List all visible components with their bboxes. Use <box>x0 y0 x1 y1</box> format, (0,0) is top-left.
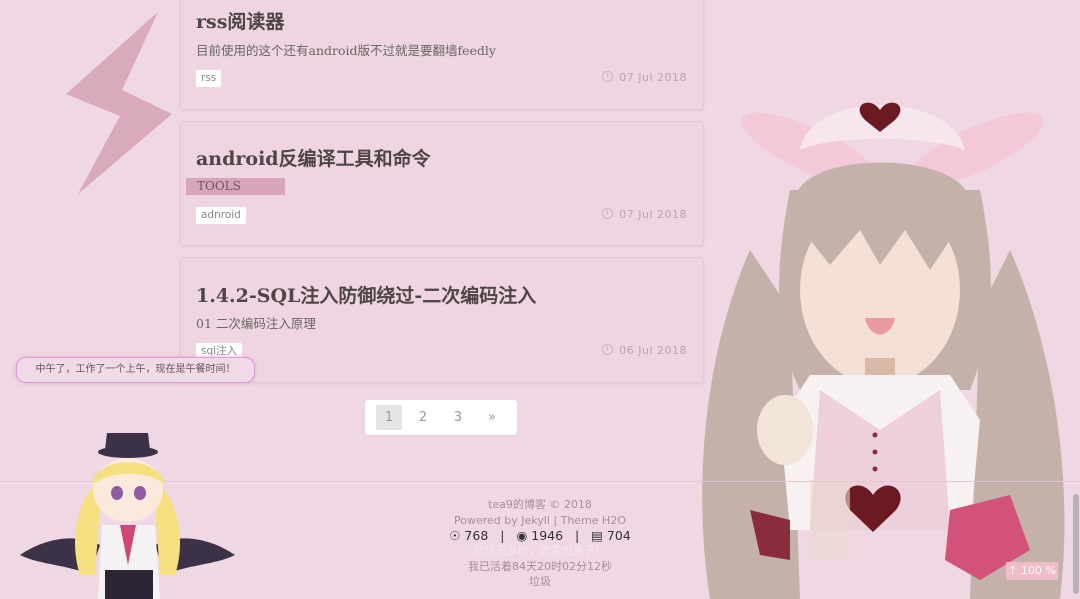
footer-powered: Powered by Jekyll | Theme H2O <box>454 513 626 527</box>
mascot-widget[interactable] <box>20 425 235 599</box>
post-title[interactable]: rss阅读器 <box>196 7 284 34</box>
footer-stats: ☉ 768 | ◉ 1946 | ▤ 704 <box>449 528 631 543</box>
scrollbar-thumb[interactable] <box>1073 494 1079 594</box>
post-date: 06 Jul 2018 <box>602 344 687 357</box>
post-tag[interactable]: rss <box>196 70 222 87</box>
document-icon: ▤ <box>591 528 603 543</box>
clock-icon <box>602 208 614 219</box>
footer-copyright: tea9的博客 © 2018 <box>488 498 592 511</box>
page-1-link[interactable]: 1 <box>376 405 402 430</box>
post-title[interactable]: android反编译工具和命令 <box>196 144 431 171</box>
footer-uptime: 我已活着84天20时02分12秒 <box>468 559 612 573</box>
footer-trash-link[interactable]: 垃圾 <box>390 574 690 590</box>
post-category: TOOLS <box>186 178 285 195</box>
footer-tagline: 年华无多时，恋爱吧男子！ <box>474 544 606 557</box>
jekyll-link[interactable]: Jekyll <box>521 514 550 527</box>
scroll-top-button[interactable]: ↑ 100 % <box>1006 562 1058 580</box>
clock-icon <box>602 71 614 82</box>
footer: tea9的博客 © 2018 Powered by Jekyll | Theme… <box>390 497 690 590</box>
arrow-up-icon: ↑ <box>1008 564 1018 577</box>
pagination: 1 2 3 » <box>365 400 517 435</box>
nurse-girl-illustration <box>702 102 1065 599</box>
page-3-link[interactable]: 3 <box>445 405 471 430</box>
post-card[interactable]: android反编译工具和命令 TOOLS adnroid 07 Jul 201… <box>180 121 704 246</box>
post-card[interactable]: 1.4.2-SQL注入防御绕过-二次编码注入 01 二次编码注入原理 sql注入… <box>180 257 704 383</box>
person-icon: ☉ <box>449 528 461 543</box>
post-date: 07 Jul 2018 <box>602 208 687 221</box>
post-title[interactable]: 1.4.2-SQL注入防御绕过-二次编码注入 <box>196 281 536 308</box>
post-count: 704 <box>606 528 631 543</box>
lightning-bolt-decoration <box>66 12 172 194</box>
page-2-link[interactable]: 2 <box>410 405 436 430</box>
post-date: 07 Jul 2018 <box>602 71 687 84</box>
visitor-count: 768 <box>464 528 489 543</box>
eye-icon: ◉ <box>516 528 528 543</box>
next-page-link[interactable]: » <box>479 405 505 430</box>
view-count: 1946 <box>531 528 564 543</box>
post-card[interactable]: rss阅读器 目前使用的这个还有android版不过就是要翻墙feedly rs… <box>180 0 704 110</box>
clock-icon <box>602 344 614 355</box>
post-excerpt: 01 二次编码注入原理 <box>196 316 316 331</box>
scroll-percent: 100 % <box>1020 564 1056 577</box>
theme-link[interactable]: H2O <box>602 514 626 527</box>
mascot-tip-bubble: 中午了，工作了一个上午，现在是午餐时间！ <box>16 357 255 383</box>
post-tag[interactable]: adnroid <box>196 207 246 224</box>
post-excerpt: 目前使用的这个还有android版不过就是要翻墙feedly <box>196 43 496 58</box>
